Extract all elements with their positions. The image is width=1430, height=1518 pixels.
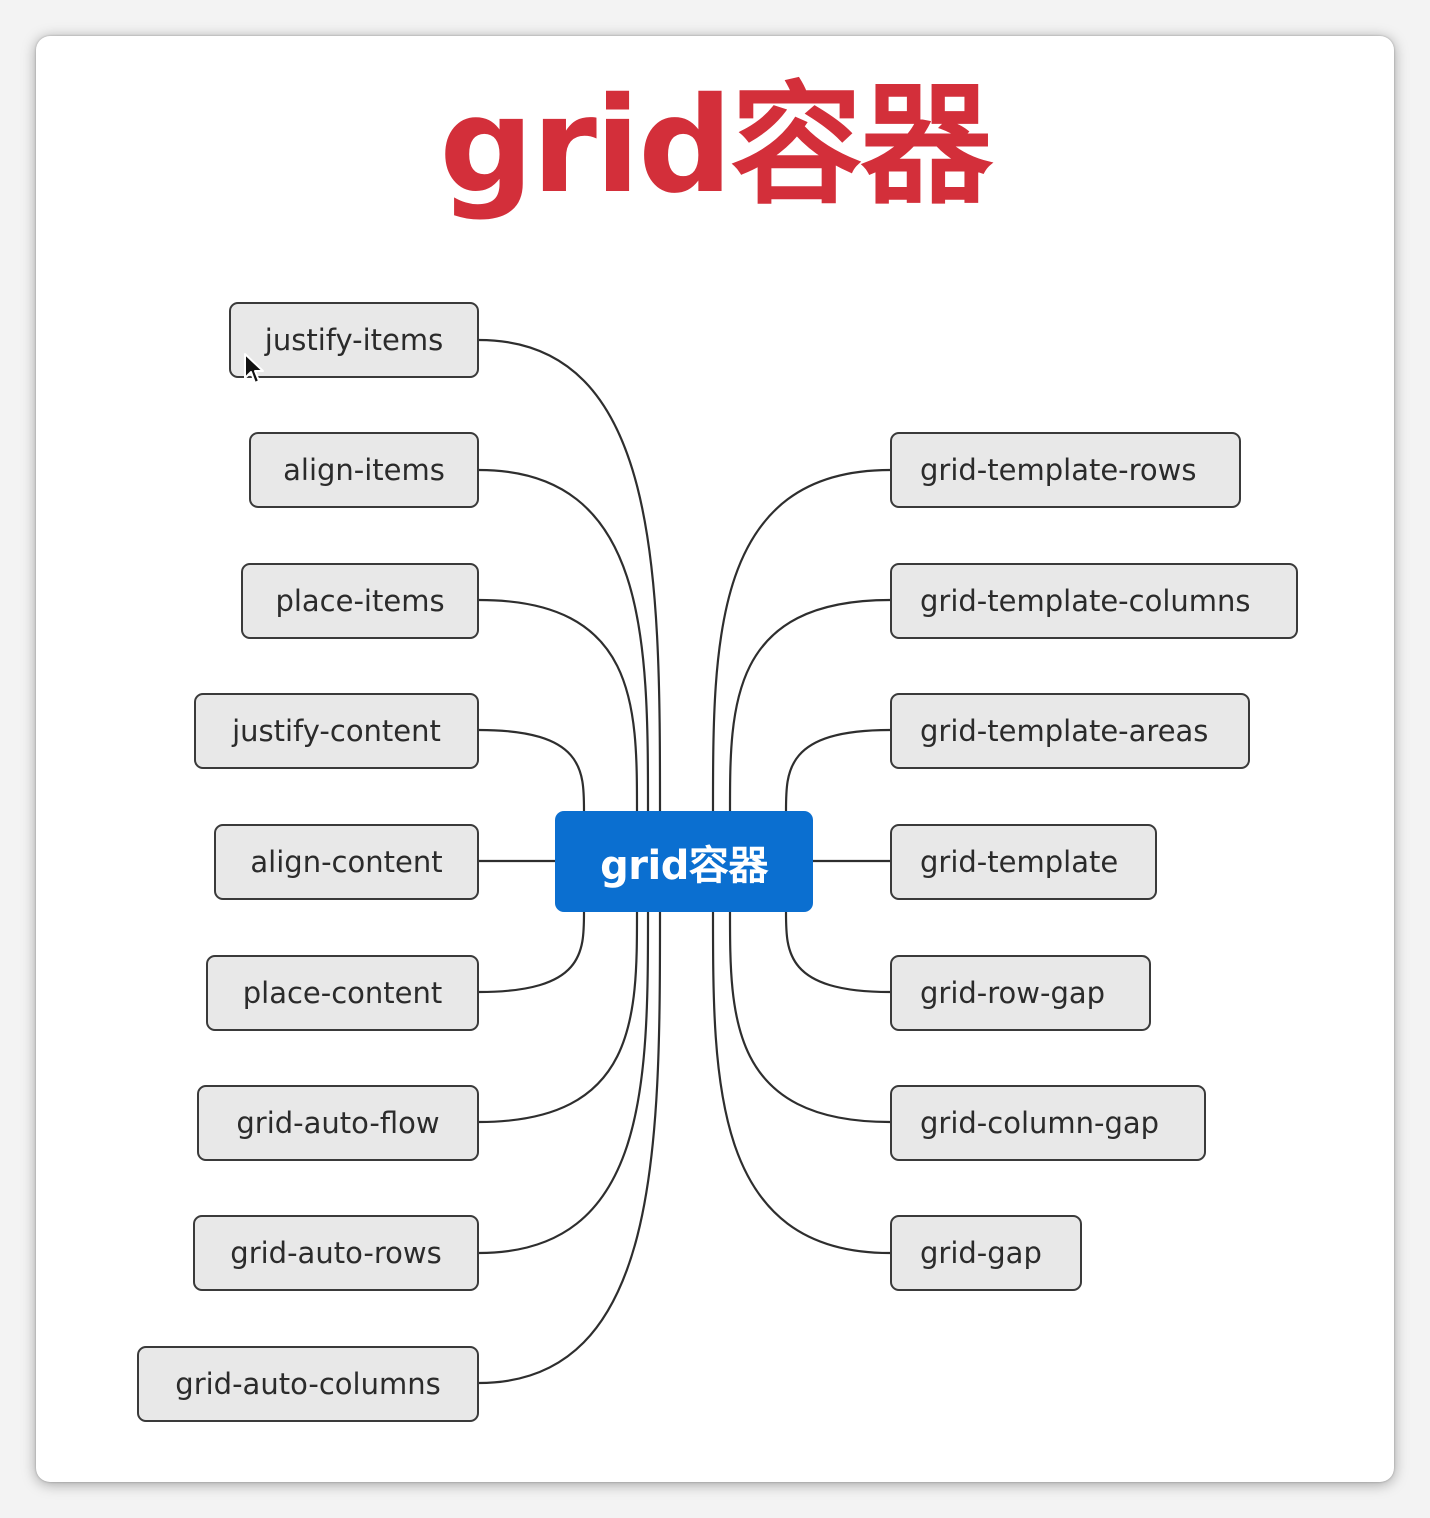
node-justify-items[interactable]: justify-items	[229, 302, 479, 378]
node-align-items[interactable]: align-items	[249, 432, 479, 508]
center-label: grid容器	[600, 842, 768, 889]
node-justify-content[interactable]: justify-content	[194, 693, 479, 769]
node-grid-auto-rows[interactable]: grid-auto-rows	[193, 1215, 479, 1291]
mouse-cursor-icon	[244, 353, 264, 384]
node-place-items[interactable]: place-items	[241, 563, 479, 639]
node-label: place-content	[242, 976, 443, 1010]
node-label: grid-template	[920, 845, 1119, 879]
node-label: grid-template-areas	[920, 714, 1209, 748]
node-label: grid-auto-columns	[175, 1367, 441, 1401]
node-label: grid-column-gap	[920, 1106, 1160, 1140]
node-grid-row-gap[interactable]: grid-row-gap	[890, 955, 1151, 1031]
node-place-content[interactable]: place-content	[206, 955, 479, 1031]
node-grid-template-areas[interactable]: grid-template-areas	[890, 693, 1250, 769]
node-grid-gap[interactable]: grid-gap	[890, 1215, 1082, 1291]
node-grid-auto-columns[interactable]: grid-auto-columns	[137, 1346, 479, 1422]
node-label: place-items	[275, 584, 445, 618]
node-label: grid-row-gap	[920, 976, 1106, 1010]
node-grid-auto-flow[interactable]: grid-auto-flow	[197, 1085, 479, 1161]
node-grid-column-gap[interactable]: grid-column-gap	[890, 1085, 1206, 1161]
node-label: grid-template-rows	[920, 453, 1197, 487]
node-label: grid-auto-rows	[230, 1236, 442, 1270]
node-label: justify-items	[264, 323, 444, 357]
node-label: grid-template-columns	[920, 584, 1251, 618]
node-grid-template-rows[interactable]: grid-template-rows	[890, 432, 1241, 508]
node-grid-template[interactable]: grid-template	[890, 824, 1157, 900]
node-align-content[interactable]: align-content	[214, 824, 479, 900]
node-label: align-items	[283, 453, 445, 487]
node-label: justify-content	[232, 714, 441, 748]
node-label: grid-gap	[920, 1236, 1042, 1270]
node-grid-template-columns[interactable]: grid-template-columns	[890, 563, 1298, 639]
center-node[interactable]: grid容器	[555, 811, 813, 912]
node-label: align-content	[250, 845, 443, 879]
page-title: grid容器	[439, 69, 992, 223]
node-label: grid-auto-flow	[236, 1106, 440, 1140]
